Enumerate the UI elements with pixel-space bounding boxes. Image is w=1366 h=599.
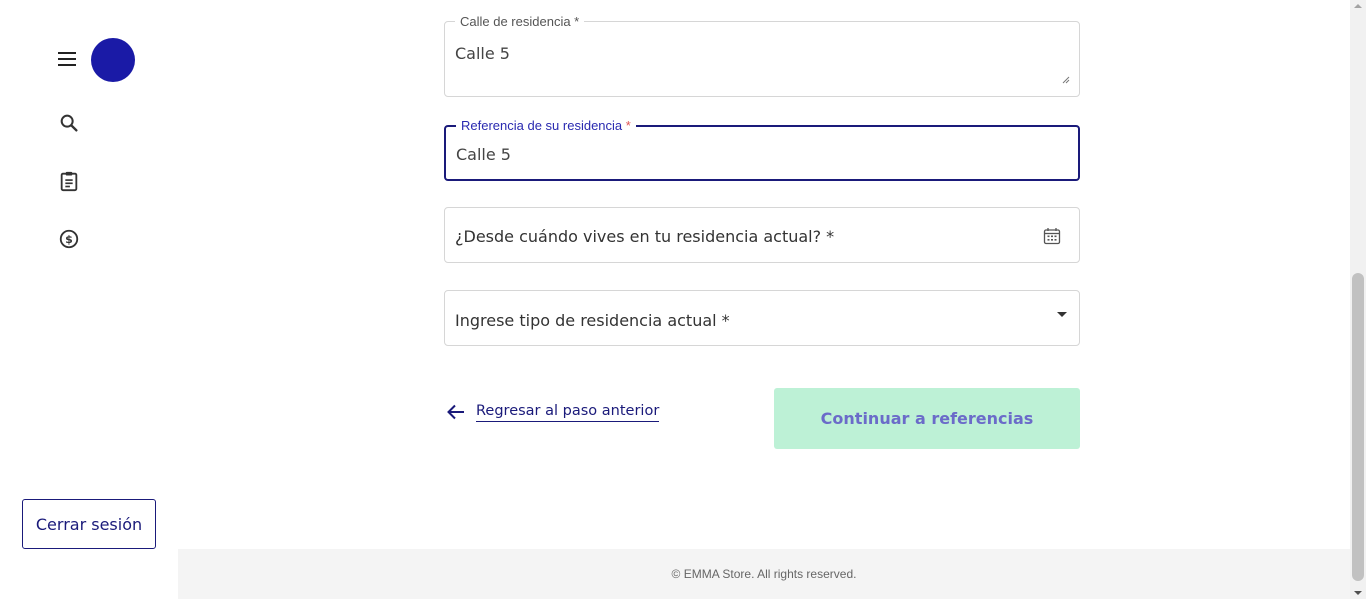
street-label: Calle de residencia * [455,15,585,29]
caret-down-icon[interactable] [1057,312,1067,317]
reference-field[interactable]: Referencia de su residencia * Calle 5 [444,119,1080,181]
required-mark: * [625,118,631,133]
menu-icon[interactable] [57,50,77,68]
avatar[interactable] [91,38,135,82]
main-content: Calle de residencia * Calle 5 Referencia… [178,0,1350,599]
logout-button[interactable]: Cerrar sesión [22,499,156,549]
footer-copyright: © EMMA Store. All rights reserved. [671,567,857,581]
calendar-icon[interactable] [1043,227,1061,245]
dollar-icon[interactable]: $ [58,228,80,250]
scroll-thumb[interactable] [1352,273,1364,581]
reference-label: Referencia de su residencia * [456,119,636,133]
since-date-field[interactable]: ¿Desde cuándo vives en tu residencia act… [444,207,1080,263]
street-field[interactable]: Calle de residencia * Calle 5 [444,15,1080,97]
since-date-placeholder: ¿Desde cuándo vives en tu residencia act… [455,227,835,246]
residence-type-select[interactable]: Ingrese tipo de residencia actual * [444,290,1080,346]
footer: © EMMA Store. All rights reserved. [178,549,1350,599]
residence-type-placeholder: Ingrese tipo de residencia actual * [455,311,730,330]
continue-button[interactable]: Continuar a referencias [774,388,1080,449]
scroll-down-icon[interactable] [1354,591,1362,595]
clipboard-icon[interactable] [58,170,80,192]
back-link[interactable]: Regresar al paso anterior [446,402,660,422]
arrow-left-icon[interactable] [446,402,466,422]
scrollbar[interactable] [1350,0,1366,599]
street-value[interactable]: Calle 5 [455,44,510,63]
search-icon[interactable] [58,112,80,134]
sidebar: $ Cerrar sesión [0,0,178,599]
svg-text:$: $ [65,233,73,246]
scroll-up-icon[interactable] [1354,4,1362,8]
resize-handle-icon[interactable] [1062,76,1070,84]
back-link-label[interactable]: Regresar al paso anterior [476,403,660,422]
reference-label-text: Referencia de su residencia [461,118,623,133]
reference-value[interactable]: Calle 5 [456,145,511,164]
